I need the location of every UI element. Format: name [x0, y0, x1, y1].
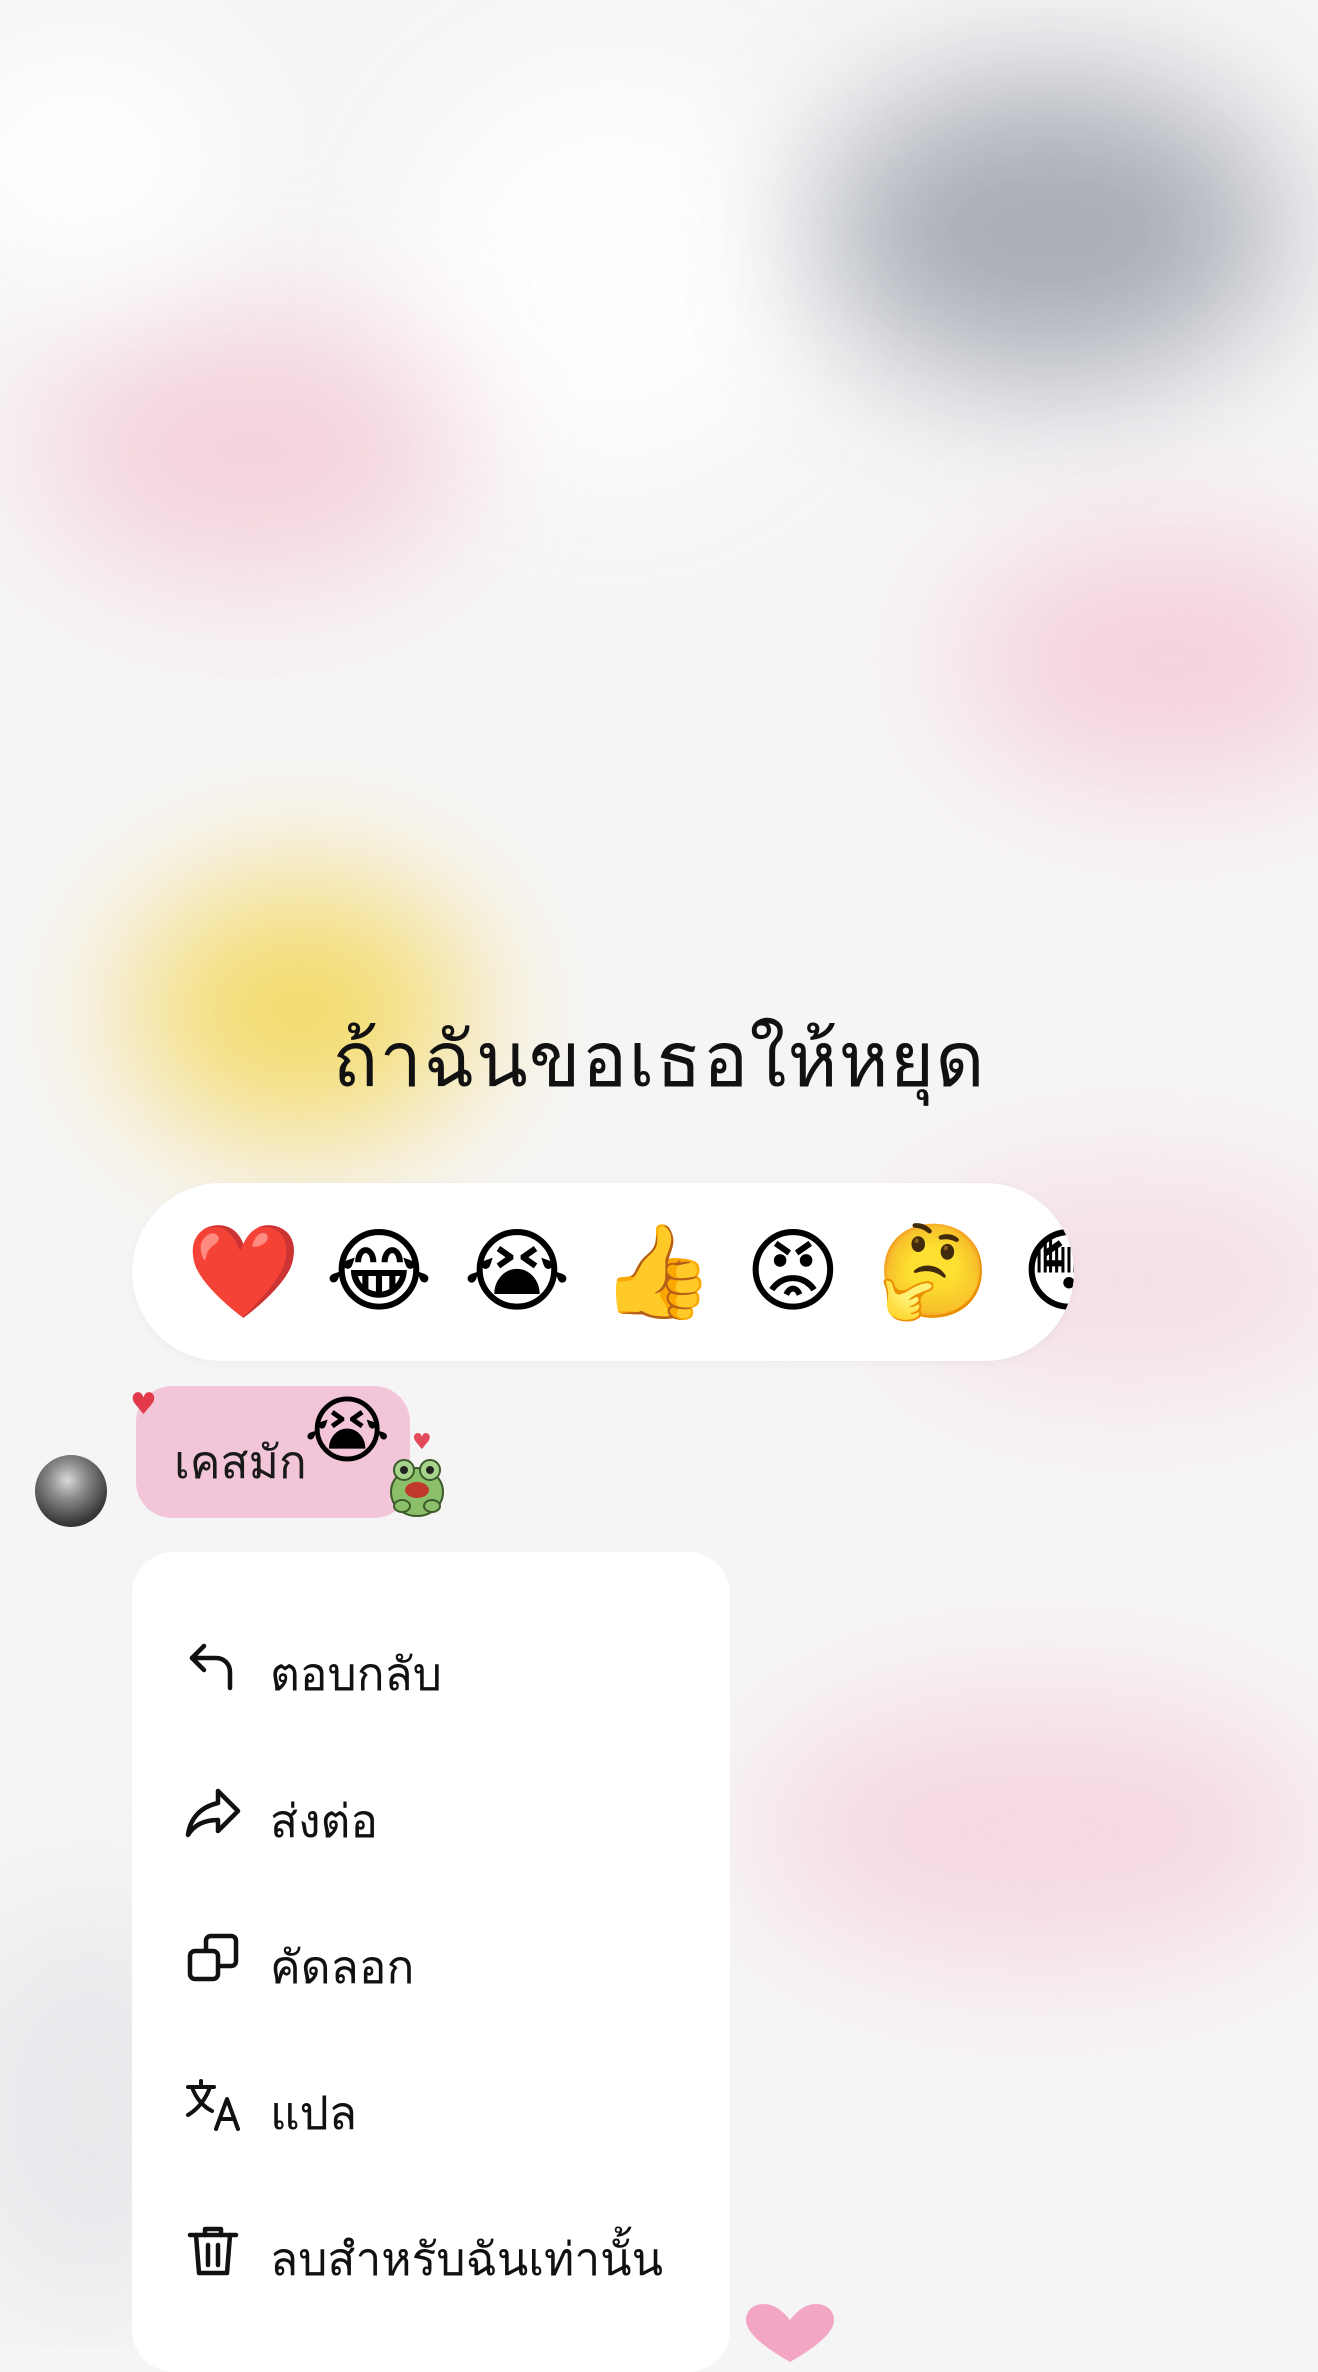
menu-item-label: คัดลอก	[270, 1940, 415, 1994]
pink-heart-icon	[742, 2302, 838, 2362]
reaction-thumbs-up[interactable]: 👍	[600, 1217, 715, 1327]
menu-item-copy[interactable]: คัดลอก	[132, 1903, 730, 2013]
chat-headline: ถ้าฉันขอเธอให้หยุด	[332, 1015, 986, 1104]
message-text: เคสมัก	[174, 1435, 307, 1489]
reaction-crying[interactable]: 😭	[462, 1217, 572, 1327]
menu-item-label: ส่งต่อ	[270, 1794, 379, 1848]
reaction-angry[interactable]: 😡	[738, 1217, 848, 1327]
heart-reaction-icon: ♥	[130, 1387, 157, 1422]
menu-item-reply[interactable]: ตอบกลับ	[132, 1610, 730, 1720]
reaction-heart[interactable]: ❤️	[186, 1217, 301, 1327]
forward-icon	[184, 1783, 242, 1841]
menu-item-forward[interactable]: ส่งต่อ	[132, 1757, 730, 1867]
translate-icon	[184, 2075, 242, 2133]
reaction-bar: ❤️ 😂 😭 👍 😡 🤔 😳	[132, 1183, 1074, 1361]
message-bubble[interactable]: เคสมัก 😭	[136, 1386, 410, 1518]
reaction-surprised[interactable]: 😳	[1014, 1217, 1074, 1327]
menu-item-label: ลบสำหรับฉันเท่านั้น	[270, 2232, 664, 2286]
menu-item-translate[interactable]: แปล	[132, 2049, 730, 2159]
menu-item-label: แปล	[270, 2086, 358, 2140]
message-context-menu: ตอบกลับ ส่งต่อ คัดลอก แปล ลบสำหรับฉันเท่…	[132, 1552, 730, 2372]
frog-sticker-icon: ♥	[382, 1432, 452, 1520]
reaction-tears-of-joy[interactable]: 😂	[324, 1217, 434, 1327]
menu-item-label: ตอบกลับ	[270, 1647, 442, 1701]
menu-item-delete-for-me[interactable]: ลบสำหรับฉันเท่านั้น	[132, 2195, 730, 2305]
reply-icon	[184, 1636, 242, 1694]
copy-icon	[184, 1929, 242, 1987]
reaction-thinking[interactable]: 🤔	[876, 1217, 991, 1327]
sender-avatar[interactable]	[35, 1455, 107, 1527]
message-emoji: 😭	[304, 1388, 391, 1474]
small-hearts-icon: ♥	[412, 1430, 432, 1455]
trash-icon	[184, 2221, 242, 2279]
